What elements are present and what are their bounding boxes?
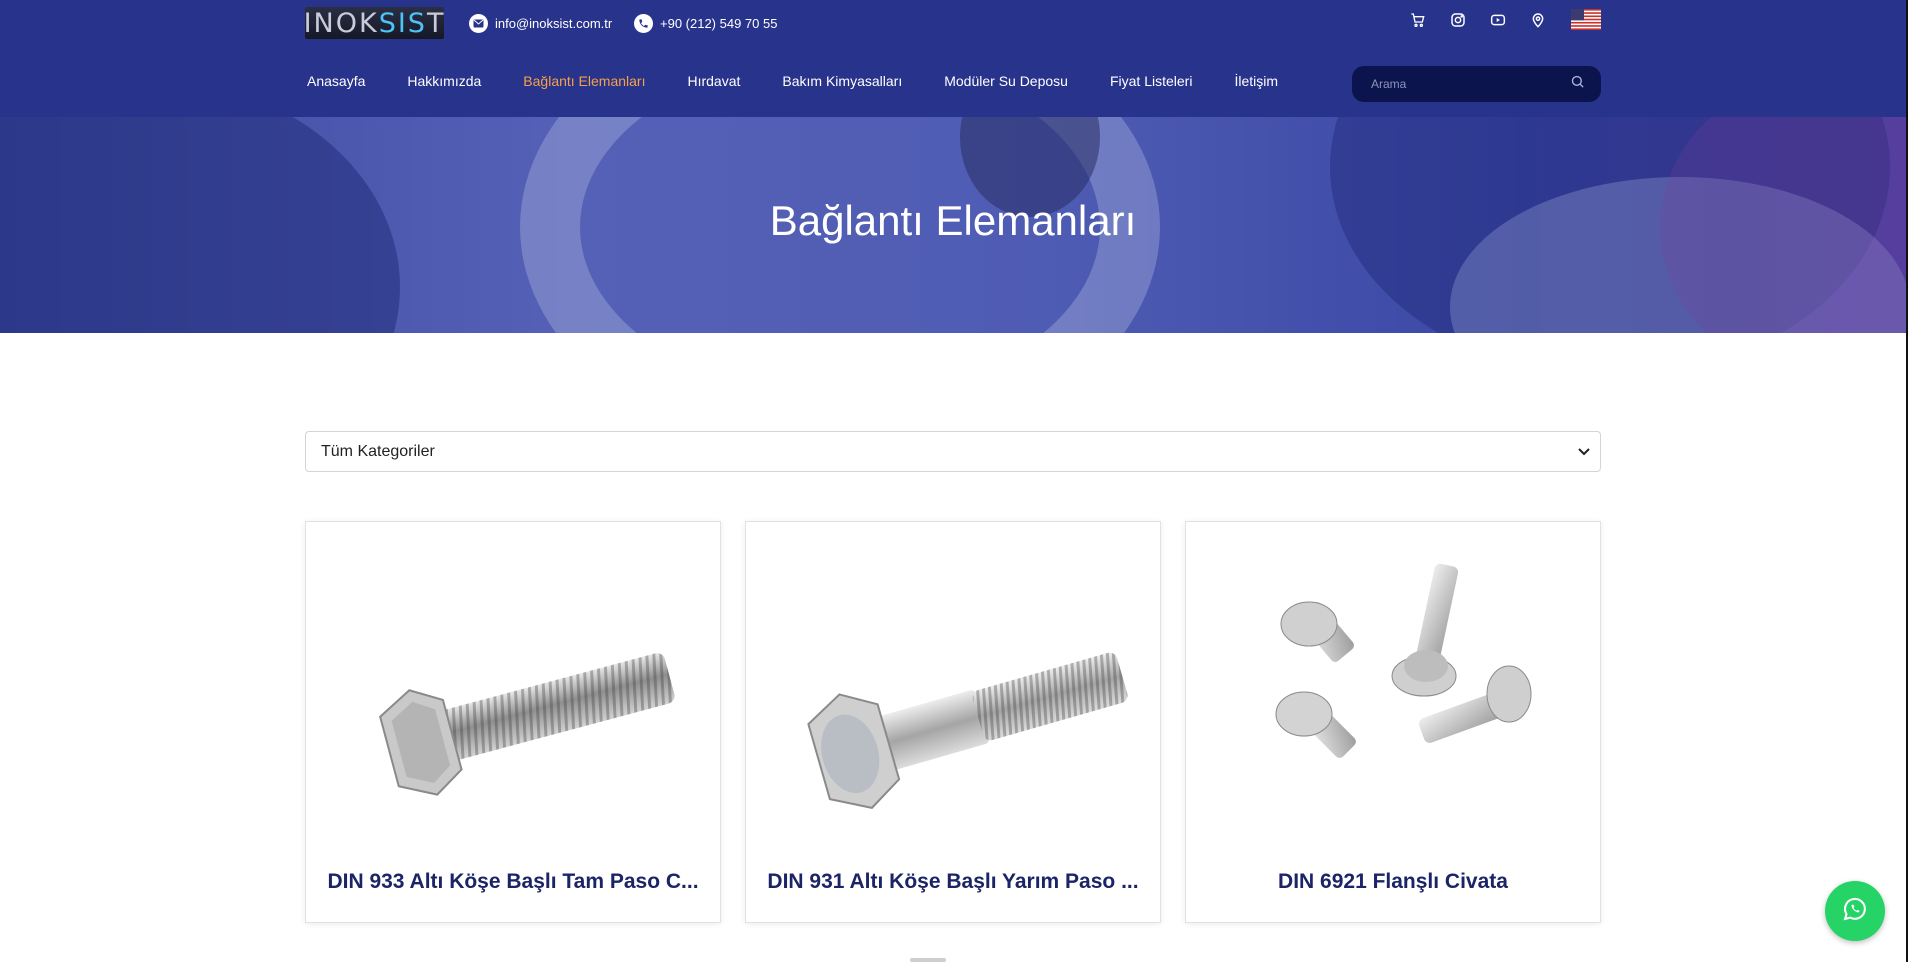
phone-icon [634,13,653,33]
nav-item-baglanti-elemanlari[interactable]: Bağlantı Elemanları [523,73,645,89]
location-icon[interactable] [1528,10,1548,30]
page: INOK SIS T info@inoksist.com.tr +90 (212) … [0,0,1908,962]
nav-item-fiyat-listeleri[interactable]: Fiyat Listeleri [1110,73,1192,89]
category-select-value: Tüm Kategoriler [321,442,435,460]
whatsapp-button[interactable] [1825,881,1885,941]
logo-text-end: T [426,7,446,39]
us-flag-icon[interactable] [1571,9,1601,30]
search-icon[interactable] [1570,74,1585,94]
chevron-down-icon [1578,443,1590,461]
product-card[interactable]: DIN 6921 Flanşlı Civata [1185,521,1601,923]
instagram-icon[interactable] [1448,10,1468,30]
page-title: Bağlantı Elemanları [769,197,1137,244]
social-icons [1408,10,1568,30]
logo-text: INOK [303,7,379,39]
product-image-hex-bolt-half-thread[interactable] [764,544,1144,814]
cart-icon[interactable] [1408,10,1428,30]
site-header: INOK SIS T info@inoksist.com.tr +90 (212) … [0,0,1906,117]
product-card[interactable]: DIN 933 Altı Köşe Başlı Tam Paso C... [305,521,721,923]
envelope-icon [469,13,488,33]
email-link[interactable]: info@inoksist.com.tr [469,12,612,34]
nav-item-moduler-su-deposu[interactable]: Modüler Su Deposu [944,73,1068,89]
nav-item-iletisim[interactable]: İletişim [1234,73,1278,89]
nav-item-anasayfa[interactable]: Anasayfa [307,73,365,89]
site-logo[interactable]: INOK SIS T [303,7,446,39]
search-box [1352,66,1601,102]
category-select[interactable]: Tüm Kategoriler [305,431,1601,472]
main-nav: Anasayfa Hakkımızda Bağlantı Elemanları … [307,73,1320,89]
product-image-hex-bolt-full-thread[interactable] [324,544,704,814]
youtube-icon[interactable] [1488,10,1508,30]
product-title[interactable]: DIN 933 Altı Köşe Başlı Tam Paso C... [324,870,702,894]
product-image-flange-bolts[interactable] [1204,544,1584,814]
phone-text: +90 (212) 549 70 55 [660,15,778,31]
scroll-indicator [910,958,946,962]
nav-item-hakkimizda[interactable]: Hakkımızda [407,73,481,89]
email-text: info@inoksist.com.tr [495,15,613,31]
product-title[interactable]: DIN 6921 Flanşlı Civata [1204,870,1582,894]
search-input[interactable] [1371,77,1570,91]
hero-banner: Bağlantı Elemanları [0,117,1906,333]
phone-link[interactable]: +90 (212) 549 70 55 [634,12,777,34]
whatsapp-icon [1841,895,1869,928]
logo-text-accent: SIS [378,7,427,39]
product-card[interactable]: DIN 931 Altı Köşe Başlı Yarım Paso ... [745,521,1161,923]
nav-item-hirdavat[interactable]: Hırdavat [687,73,740,89]
product-title[interactable]: DIN 931 Altı Köşe Başlı Yarım Paso ... [764,870,1142,894]
nav-item-bakim-kimyasallari[interactable]: Bakım Kimyasalları [782,73,902,89]
